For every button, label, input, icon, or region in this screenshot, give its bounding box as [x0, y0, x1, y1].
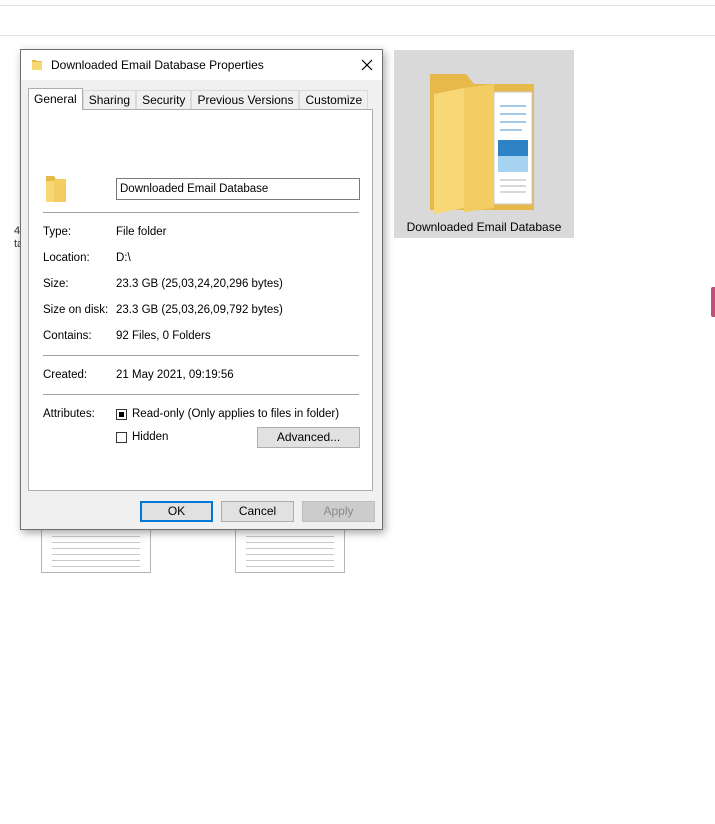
tab-general[interactable]: General: [28, 88, 83, 110]
properties-dialog: Downloaded Email Database Properties Gen…: [20, 49, 383, 530]
readonly-label: Read-only (Only applies to files in fold…: [132, 408, 340, 420]
clipped-app-icon: [711, 287, 715, 317]
size-on-disk-value: 23.3 GB (25,03,26,09,792 bytes): [116, 304, 283, 316]
cancel-button[interactable]: Cancel: [221, 501, 294, 522]
attributes-label: Attributes:: [43, 408, 95, 420]
contains-label: Contains:: [43, 330, 92, 342]
ok-button[interactable]: OK: [140, 501, 213, 522]
hidden-label: Hidden: [132, 431, 169, 443]
tab-sharing[interactable]: Sharing: [82, 90, 137, 109]
window-border-line: [0, 5, 715, 6]
separator: [43, 212, 359, 213]
type-value: File folder: [116, 226, 167, 238]
size-on-disk-label: Size on disk:: [43, 304, 109, 316]
close-icon: [361, 59, 373, 71]
tab-strip: General Sharing Security Previous Versio…: [28, 88, 369, 110]
separator: [43, 355, 359, 356]
type-label: Type:: [43, 226, 72, 238]
tab-previous-versions[interactable]: Previous Versions: [191, 90, 300, 109]
document-thumbnail[interactable]: [235, 528, 345, 573]
location-value: D:\: [116, 252, 131, 264]
tab-customize[interactable]: Customize: [299, 90, 369, 109]
created-label: Created:: [43, 369, 88, 381]
toolbar-divider: [0, 35, 715, 36]
tab-security[interactable]: Security: [136, 90, 192, 109]
hidden-checkbox[interactable]: [116, 432, 127, 443]
dialog-title: Downloaded Email Database Properties: [51, 58, 264, 72]
close-button[interactable]: [352, 50, 382, 80]
created-value: 21 May 2021, 09:19:56: [116, 369, 234, 381]
location-label: Location:: [43, 252, 90, 264]
title-bar[interactable]: Downloaded Email Database Properties: [21, 50, 382, 80]
large-folder-icon: [430, 74, 534, 214]
folder-icon: [32, 60, 42, 70]
apply-button: Apply: [302, 501, 375, 522]
folder-icon: [46, 176, 66, 202]
document-thumbnail[interactable]: [41, 528, 151, 573]
general-panel: Type: File folder Location: D:\ Size: 23…: [28, 109, 373, 491]
advanced-button[interactable]: Advanced...: [257, 427, 360, 448]
folder-tile-selected[interactable]: Downloaded Email Database: [394, 50, 574, 238]
size-value: 23.3 GB (25,03,24,20,296 bytes): [116, 278, 283, 290]
folder-name-input[interactable]: [116, 178, 360, 200]
contains-value: 92 Files, 0 Folders: [116, 330, 211, 342]
size-label: Size:: [43, 278, 69, 290]
separator: [43, 394, 359, 395]
readonly-checkbox[interactable]: [116, 409, 127, 420]
folder-tile-label: Downloaded Email Database: [406, 220, 562, 234]
